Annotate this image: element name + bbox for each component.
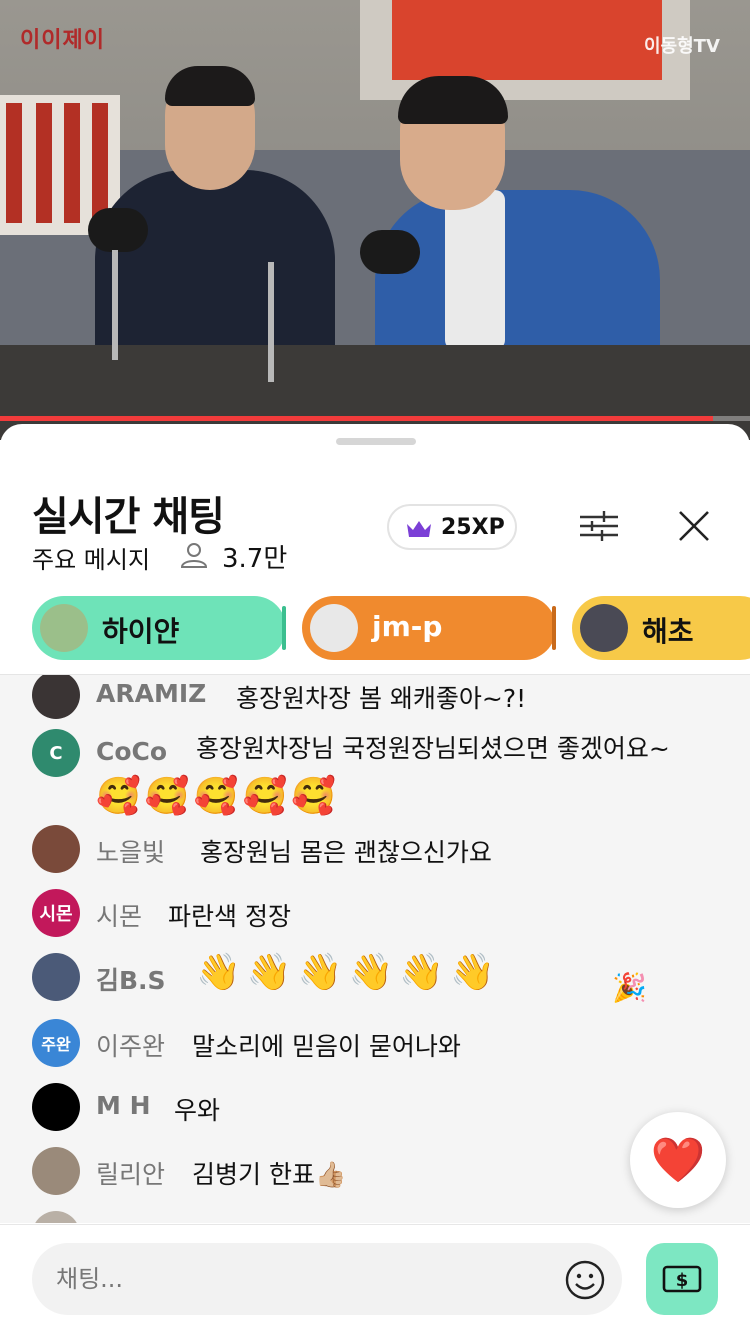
chip-avatar [580,604,628,652]
drag-handle[interactable] [336,438,416,445]
message-text: 홍장원차장 봄 왜캐좋아~?! [236,684,527,713]
guest-right-hair [398,76,508,124]
message-text: 홍장원님 몸은 괜찮으신가요 [200,838,492,867]
mic-stand-right [268,262,274,382]
chip-progress-bar [282,606,286,650]
user-name[interactable]: 이주완 [96,1027,165,1063]
confetti-icon: 🎉 [612,971,647,1004]
message-text: 홍장원차장님 국정원장님되셨으면 좋겠어요~ [196,731,750,767]
svg-text:$: $ [676,1270,689,1291]
chip-avatar [40,604,88,652]
video-progress-fill [0,416,713,421]
super-chat-button[interactable]: $ [646,1243,718,1315]
poster-strip [36,103,52,223]
message-text: 김병기 한표👍🏼 [192,1160,347,1189]
user-name[interactable]: 시몬 [96,897,142,933]
message-text: 말소리에 믿음이 묻어나와 [192,1032,461,1061]
chat-composer: $ [0,1224,750,1334]
xp-label: 25XP [441,515,505,540]
tune-icon[interactable] [580,510,618,542]
chip-label: 하이얀 [102,615,180,648]
pinned-supporters-row: 하이얀 jm-p 해초 [32,596,750,660]
person-icon [180,543,208,568]
user-avatar[interactable]: 주완 [32,1019,80,1067]
user-avatar[interactable] [32,1083,80,1131]
chat-message[interactable]: C CoCo 홍장원차장님 국정원장님되셨으면 좋겠어요~ 🥰🥰🥰🥰🥰 [32,729,722,819]
message-text: 우와 [174,1096,221,1125]
guest-right-shirt [445,190,505,350]
xp-badge-button[interactable]: 25XP [387,504,517,550]
user-avatar [32,1211,80,1223]
user-avatar[interactable]: C [32,729,80,777]
window-curtain [392,0,662,80]
message-emoji: 🥰🥰🥰🥰🥰 [96,776,341,817]
microphone-right [360,230,420,274]
live-video-player[interactable]: 이이제이 이동형TV [0,0,750,440]
crown-icon [407,521,431,537]
chip-progress-bar [552,606,556,650]
message-text-body: 홍장원차장님 국정원장님되셨으면 좋겠어요~ [196,734,670,763]
user-name[interactable]: 릴리안 [96,1155,165,1191]
user-name[interactable]: M H [96,1091,151,1120]
studio-window [360,0,690,100]
poster-strip [6,103,22,223]
money-icon: $ [662,1265,702,1293]
channel-logo-left: 이이제이 [20,28,105,53]
user-avatar[interactable] [32,675,80,719]
heart-icon: ❤️ [650,1135,706,1186]
emoji-icon[interactable] [564,1259,606,1301]
user-avatar[interactable]: 시몬 [32,889,80,937]
supporter-chip[interactable]: 해초 [572,596,750,660]
host-left-hair [165,66,255,106]
poster-strip [92,103,108,223]
user-name[interactable]: 김B.S [96,961,166,997]
viewer-count: 3.7만 [222,544,288,574]
channel-logo-right: 이동형TV [644,36,720,57]
chip-label: jm-p [372,610,443,643]
chat-title: 실시간 채팅 [32,494,225,540]
poster-strip [64,103,80,223]
chat-input[interactable] [32,1243,622,1315]
user-name[interactable]: ARAMIZ [96,679,206,708]
chip-avatar [310,604,358,652]
message-text: 파란색 정장 [168,902,291,931]
mic-stand-left [112,250,118,360]
close-icon[interactable] [676,508,712,544]
video-progress-bar[interactable] [0,416,750,421]
live-chat-sheet: 실시간 채팅 주요 메시지 3.7만 25XP 하이얀 jm-p 해초 ARAM… [0,424,750,1334]
user-avatar[interactable] [32,825,80,873]
heart-reaction-button[interactable]: ❤️ [630,1112,726,1208]
user-avatar[interactable] [32,1147,80,1195]
supporter-chip[interactable]: jm-p [302,596,556,660]
message-emoji: 👋👋👋👋👋👋 [196,952,501,993]
chat-filter-label[interactable]: 주요 메시지 [32,540,150,575]
user-name[interactable]: CoCo [96,737,167,766]
microphone-left [88,208,148,252]
chip-label: 해초 [642,615,694,648]
user-name[interactable]: 노을빛 [96,833,165,869]
supporter-chip[interactable]: 하이얀 [32,596,286,660]
user-avatar[interactable] [32,953,80,1001]
